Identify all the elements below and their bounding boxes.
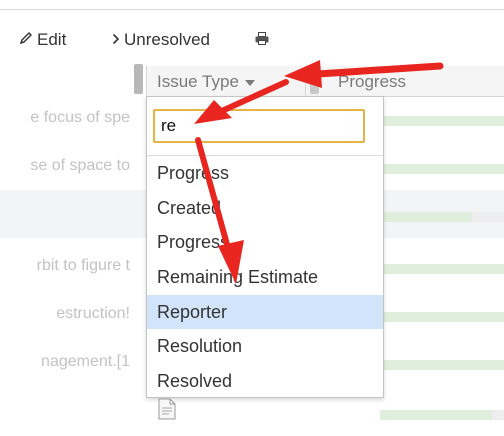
option-reporter[interactable]: Reporter xyxy=(147,294,383,330)
column-picker-dropdown: Progress Created Progress Remaining Esti… xyxy=(146,96,384,398)
option-resolution[interactable]: Resolution xyxy=(147,329,383,364)
printer-icon xyxy=(255,30,269,50)
edit-button[interactable]: Edit xyxy=(19,27,66,53)
edit-label: Edit xyxy=(37,30,67,49)
progress-bar xyxy=(380,312,504,322)
print-button[interactable] xyxy=(255,27,273,53)
search-area xyxy=(147,97,383,156)
document-icon[interactable] xyxy=(158,398,176,425)
search-input[interactable] xyxy=(153,109,365,143)
caret-down-icon[interactable] xyxy=(244,79,255,86)
row-summary: e focus of spe xyxy=(30,109,130,126)
row-summary: rbit to figure t xyxy=(36,257,130,274)
row-summary: nagement.[1 xyxy=(41,353,130,370)
column-drag-handle[interactable] xyxy=(134,64,143,94)
top-divider xyxy=(0,9,504,10)
chevron-right-icon xyxy=(112,30,120,50)
pencil-icon xyxy=(19,30,33,50)
progress-bar xyxy=(380,116,504,126)
column-header-progress[interactable]: Progress xyxy=(305,66,504,97)
progress-bar xyxy=(380,410,492,420)
option-created[interactable]: Created xyxy=(147,191,383,226)
unresolved-label: Unresolved xyxy=(124,30,210,49)
column-header-issue-type[interactable]: Issue Type xyxy=(146,66,305,97)
progress-bar xyxy=(380,212,472,222)
option-resolved[interactable]: Resolved xyxy=(147,364,383,399)
issue-toolbar: Edit Unresolved xyxy=(0,27,504,53)
progress-bar xyxy=(380,164,504,174)
option-progress[interactable]: Progress xyxy=(147,156,383,191)
column-drag-handle[interactable] xyxy=(310,64,319,94)
column-header-label: Progress xyxy=(338,72,407,91)
row-summary: estruction! xyxy=(56,305,130,322)
row-summary: se of space to xyxy=(30,157,130,174)
column-header-label: Issue Type xyxy=(157,72,239,91)
unresolved-button[interactable]: Unresolved xyxy=(112,27,210,53)
option-progress-2[interactable]: Progress xyxy=(147,225,383,260)
progress-bar xyxy=(380,360,504,370)
progress-bar xyxy=(380,264,504,274)
option-list: Progress Created Progress Remaining Esti… xyxy=(147,156,383,399)
option-remaining-estimate[interactable]: Remaining Estimate xyxy=(147,260,383,295)
